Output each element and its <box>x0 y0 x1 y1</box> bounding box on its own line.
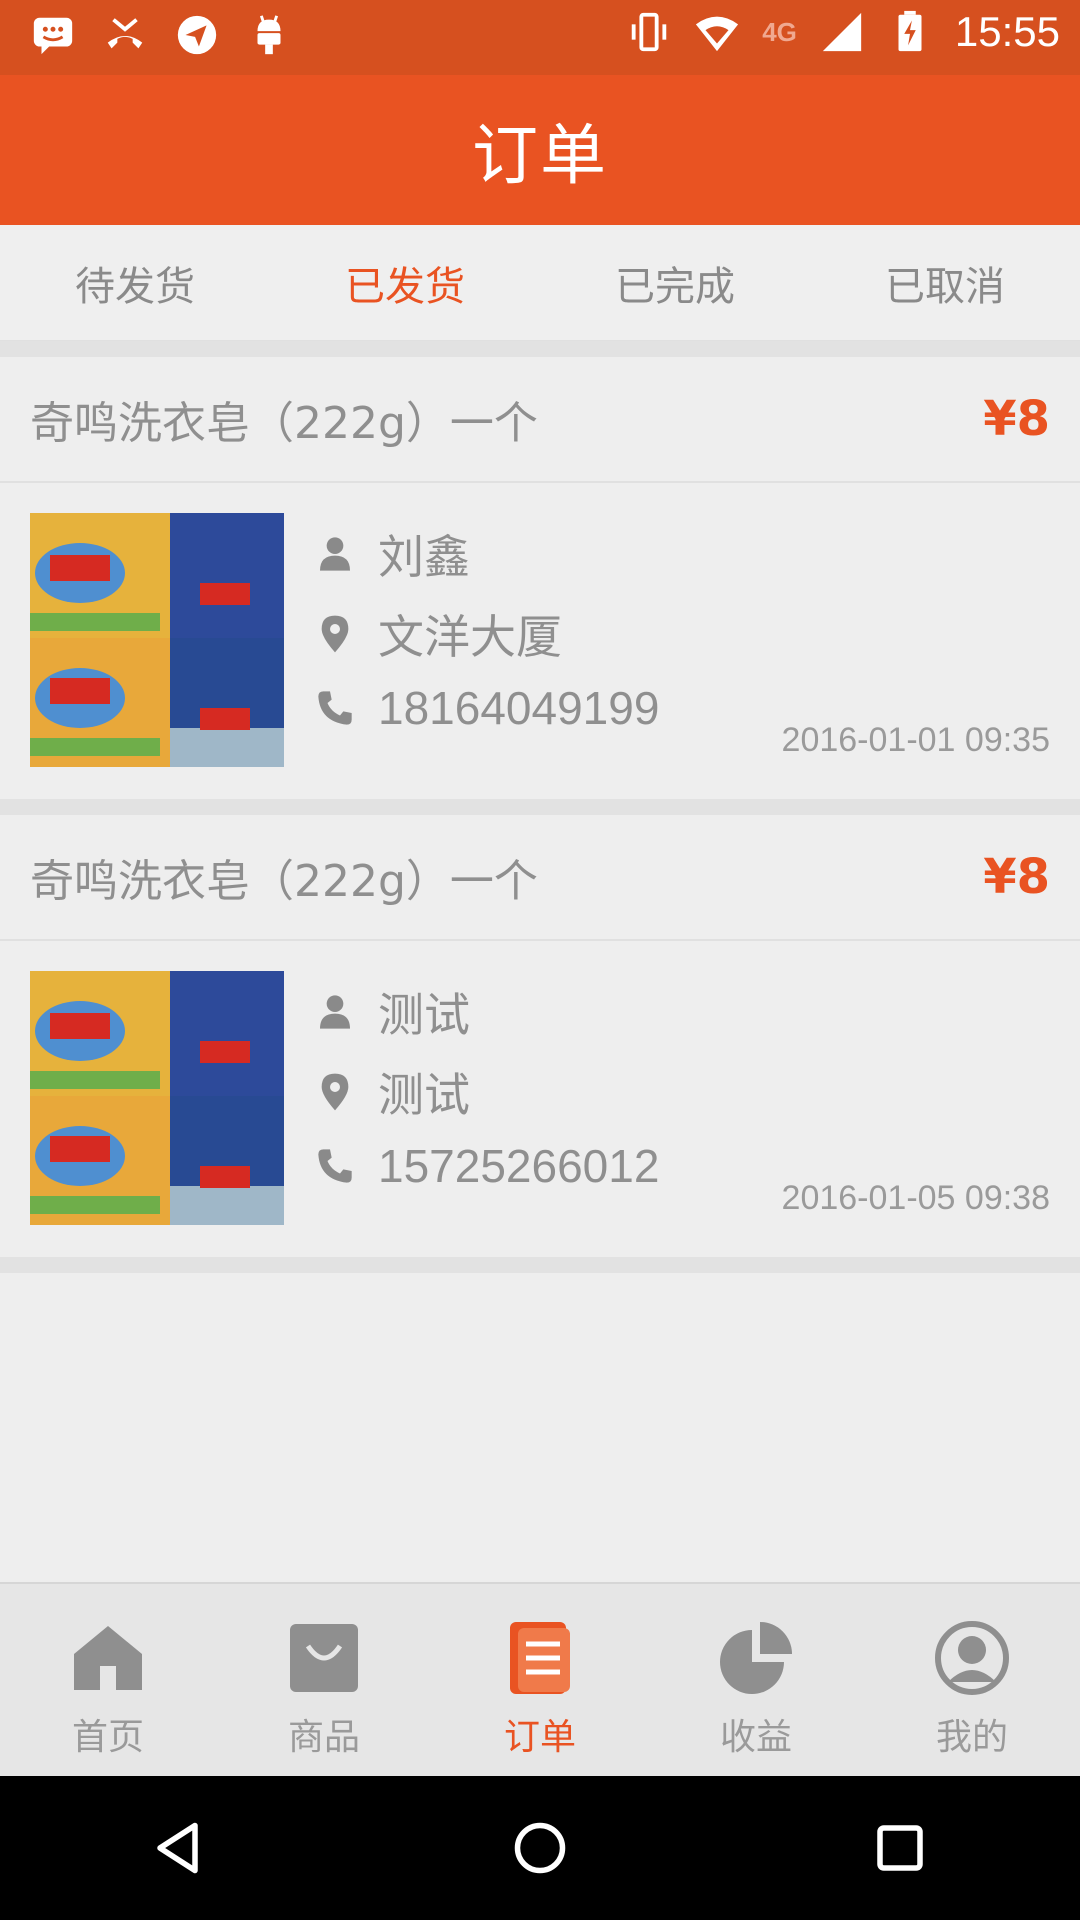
nav-label: 首页 <box>71 1717 144 1758</box>
order-price: ¥8 <box>983 849 1050 905</box>
order-header: 奇鸣洗衣皂（222g）一个 ¥8 <box>0 815 1080 941</box>
tab-pending-shipment[interactable]: 待发货 <box>0 225 270 340</box>
nav-orders[interactable]: 订单 <box>432 1584 648 1776</box>
tab-shipped[interactable]: 已发货 <box>270 225 540 340</box>
customer-address: 测试 <box>378 1068 470 1122</box>
customer-phone[interactable]: 18164049199 <box>378 681 659 735</box>
order-body: 测试 测试 15725266012 2016-01-05 09:38 <box>0 941 1080 1257</box>
clock: 15:55 <box>954 8 1060 55</box>
nav-products[interactable]: 商品 <box>216 1584 432 1776</box>
nav-earnings[interactable]: 收益 <box>648 1584 864 1776</box>
nav-home[interactable]: 首页 <box>0 1584 216 1776</box>
android-icon <box>246 12 292 58</box>
signal-icon <box>819 9 865 55</box>
phone-row: 15725266012 <box>312 1139 659 1193</box>
product-name: 奇鸣洗衣皂（222g）一个 <box>30 398 538 449</box>
vibrate-icon <box>626 9 672 55</box>
nav-label: 商品 <box>287 1717 360 1758</box>
missed-call-icon <box>102 12 148 58</box>
nav-label: 我的 <box>935 1717 1008 1758</box>
divider <box>0 1257 1080 1273</box>
person-icon <box>312 531 358 577</box>
product-image <box>30 513 284 767</box>
divider <box>0 341 1080 357</box>
order-status-tabs: 待发货 已发货 已完成 已取消 <box>0 225 1080 341</box>
nav-label: 订单 <box>503 1717 576 1758</box>
order-date: 2016-01-05 09:38 <box>781 1179 1050 1217</box>
network-type: 4G <box>762 16 797 47</box>
phone-row: 18164049199 <box>312 681 659 735</box>
bag-icon <box>282 1616 366 1700</box>
order-price: ¥8 <box>983 391 1050 447</box>
location-pin-icon <box>312 1069 358 1115</box>
order-card[interactable]: 奇鸣洗衣皂（222g）一个 ¥8 <box>0 357 1080 815</box>
address-row: 文洋大厦 <box>312 601 562 667</box>
status-bar: 4G 15:55 <box>0 0 1080 75</box>
order-list-icon <box>498 1616 582 1700</box>
system-nav-bar <box>0 1776 1080 1920</box>
order-header: 奇鸣洗衣皂（222g）一个 ¥8 <box>0 357 1080 483</box>
divider <box>0 799 1080 815</box>
address-row: 测试 <box>312 1059 470 1125</box>
battery-charging-icon <box>887 9 933 55</box>
wifi-icon <box>694 9 740 55</box>
nav-label: 收益 <box>719 1717 792 1758</box>
phone-icon <box>312 1143 358 1189</box>
profile-icon <box>930 1616 1014 1700</box>
home-circle-icon[interactable] <box>500 1808 580 1888</box>
customer-name-row: 测试 <box>312 979 470 1045</box>
phone-icon <box>312 685 358 731</box>
tab-completed[interactable]: 已完成 <box>540 225 810 340</box>
customer-address: 文洋大厦 <box>378 610 562 664</box>
order-card[interactable]: 奇鸣洗衣皂（222g）一个 ¥8 <box>0 815 1080 1273</box>
app-bar: 订单 <box>0 75 1080 225</box>
customer-name: 刘鑫 <box>378 530 470 584</box>
page-title: 订单 <box>472 117 608 194</box>
order-body: 刘鑫 文洋大厦 18164049199 2016-01-01 09:35 <box>0 483 1080 799</box>
customer-name: 测试 <box>378 988 470 1042</box>
person-icon <box>312 989 358 1035</box>
product-name: 奇鸣洗衣皂（222g）一个 <box>30 856 538 907</box>
back-icon[interactable] <box>140 1808 220 1888</box>
message-icon <box>30 12 76 58</box>
pie-chart-icon <box>714 1616 798 1700</box>
nav-profile[interactable]: 我的 <box>864 1584 1080 1776</box>
home-icon <box>66 1616 150 1700</box>
customer-phone[interactable]: 15725266012 <box>378 1139 659 1193</box>
product-image <box>30 971 284 1225</box>
send-icon <box>174 12 220 58</box>
order-date: 2016-01-01 09:35 <box>781 721 1050 759</box>
bottom-nav: 首页 商品 订单 收益 我的 <box>0 1582 1080 1776</box>
customer-name-row: 刘鑫 <box>312 521 470 587</box>
tab-cancelled[interactable]: 已取消 <box>810 225 1080 340</box>
location-pin-icon <box>312 611 358 657</box>
recent-apps-icon[interactable] <box>860 1808 940 1888</box>
